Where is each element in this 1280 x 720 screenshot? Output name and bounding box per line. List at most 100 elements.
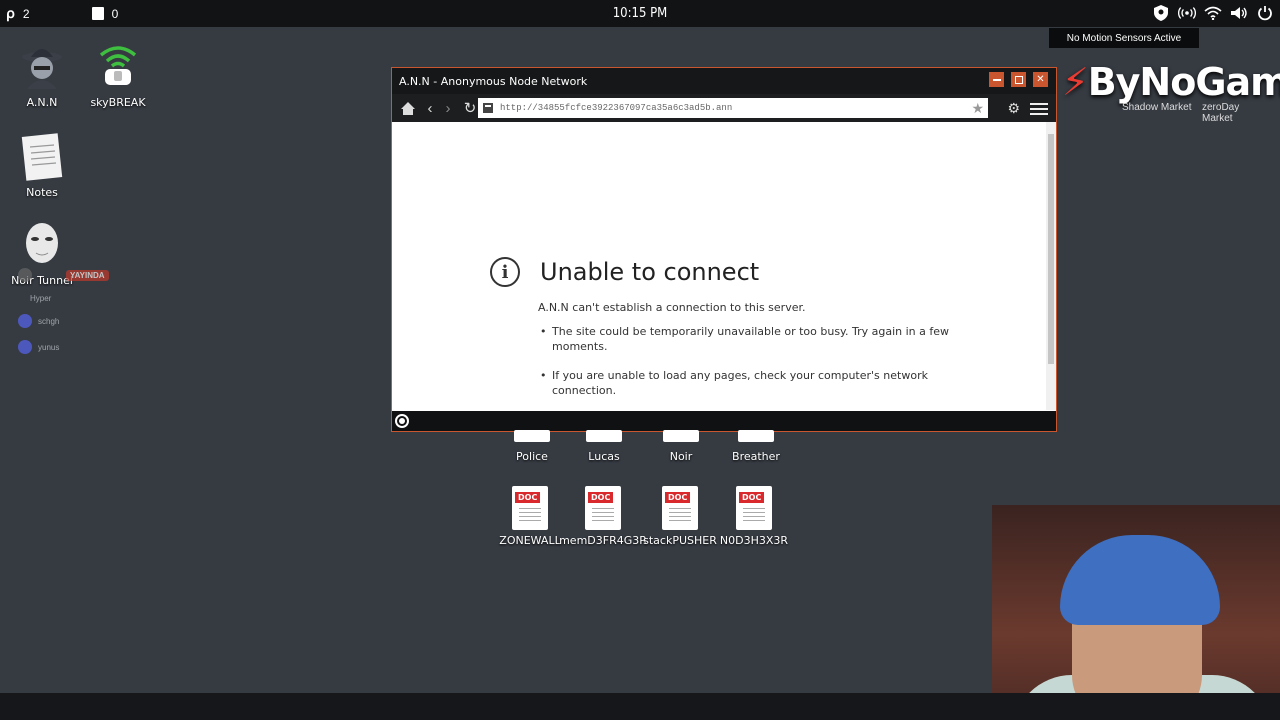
top-bar: ⍴ 2 0 10:15 PM [0, 0, 1280, 27]
bookmark-star-icon[interactable]: ★ [971, 100, 984, 117]
file-memdefrager[interactable]: DOC memD3FR4G3R [559, 486, 647, 547]
webcam-overlay [992, 505, 1280, 720]
chat-row: yunus [18, 334, 109, 360]
error-title: Unable to connect [540, 258, 760, 286]
hamburger-menu-icon[interactable] [1030, 100, 1048, 118]
desktop-icon-label: Notes [26, 186, 58, 199]
file-stackpusher[interactable]: DOC stackPUSHER [640, 486, 720, 547]
volume-icon[interactable] [1230, 4, 1248, 22]
webcam-beanie [1060, 535, 1220, 625]
scrollbar-thumb[interactable] [1048, 134, 1054, 364]
document-icon [514, 430, 550, 442]
window-indicator[interactable]: 0 [91, 6, 119, 21]
back-icon[interactable]: ‹ [424, 98, 436, 118]
document-icon [586, 430, 622, 442]
clock: 10:15 PM [612, 6, 668, 21]
chat-overlay: YAYINDA Hyper schgh yunus [18, 262, 109, 360]
shield-icon[interactable] [1152, 4, 1170, 22]
discord-icon [18, 340, 32, 354]
chat-row: Hyper [30, 288, 109, 308]
doc-tag: DOC [588, 492, 614, 503]
doc-file-icon: DOC [512, 486, 548, 530]
file-label: Breather [732, 450, 780, 463]
file-label: N0D3H3X3R [719, 534, 789, 547]
doc-file-icon: DOC [585, 486, 621, 530]
live-badge: YAYINDA [66, 269, 109, 281]
signal-icon[interactable] [1178, 4, 1196, 22]
page-icon [483, 103, 493, 113]
browser-window[interactable]: A.N.N - Anonymous Node Network ✕ ‹ › ↻ h… [391, 67, 1057, 432]
power-icon[interactable] [1256, 4, 1274, 22]
document-icon [738, 430, 774, 442]
app-logo-icon: ⍴ [6, 5, 15, 21]
zeroday-market-shortcut[interactable]: zeroDay Market [1202, 102, 1272, 124]
home-icon[interactable] [398, 98, 418, 118]
avatar [18, 268, 32, 282]
system-tray [1152, 4, 1274, 22]
chat-row: YAYINDA [18, 262, 109, 288]
file-nodehexer[interactable]: DOC N0D3H3X3R [714, 486, 794, 547]
file-label: memD3FR4G3R [559, 534, 647, 547]
window-title: A.N.N - Anonymous Node Network [399, 74, 588, 88]
file-label: ZONEWALL [499, 534, 561, 547]
desktop-icon-ann[interactable]: A.N.N [2, 40, 82, 109]
window-controls: ✕ [989, 72, 1048, 87]
file-label: Noir [669, 450, 693, 463]
chat-username: schgh [38, 316, 60, 326]
error-suggestions: The site could be temporarily unavailabl… [538, 324, 958, 410]
forward-icon[interactable]: › [442, 98, 454, 118]
suggestion-item: The site could be temporarily unavailabl… [538, 324, 958, 354]
error-description: A.N.N can't establish a connection to th… [538, 301, 806, 314]
file-police[interactable]: Police [492, 430, 572, 463]
top-bar-left: ⍴ 2 0 [0, 5, 174, 22]
reload-icon[interactable]: ↻ [460, 98, 480, 118]
ann-app-icon [16, 40, 68, 92]
file-noir[interactable]: Noir [641, 430, 721, 463]
suggestion-item: If you are unable to load any pages, che… [538, 368, 958, 398]
window-title-bar[interactable]: A.N.N - Anonymous Node Network ✕ [392, 68, 1056, 94]
status-bar [392, 411, 1056, 431]
file-label: Lucas [588, 450, 620, 463]
maximize-button[interactable] [1011, 72, 1026, 87]
workspace-indicator[interactable]: ⍴ 2 [6, 5, 30, 22]
bynogame-logo: ⚡ByNoGame Shadow Market zeroDay Market [1062, 60, 1280, 124]
document-icon [663, 430, 699, 442]
notepad-icon [16, 130, 68, 182]
doc-tag: DOC [665, 492, 691, 503]
chat-row: schgh [18, 308, 109, 334]
wifi-lock-icon [92, 40, 144, 92]
info-icon: i [490, 257, 520, 287]
desktop-icon-notes[interactable]: Notes [2, 130, 82, 199]
desktop-icon-label: A.N.N [26, 96, 58, 109]
doc-tag: DOC [515, 492, 541, 503]
file-label: Police [516, 450, 548, 463]
workspace-count: 2 [22, 6, 30, 21]
file-label: stackPUSHER [643, 534, 717, 547]
close-button[interactable]: ✕ [1033, 72, 1048, 87]
discord-icon [18, 314, 32, 328]
status-indicator-icon[interactable] [395, 414, 409, 428]
file-breather[interactable]: Breather [716, 430, 796, 463]
scrollbar[interactable] [1046, 122, 1056, 410]
chat-username: yunus [38, 342, 60, 352]
window-count: 0 [111, 6, 119, 21]
search-tools-icon[interactable]: ⚙ [1007, 100, 1020, 117]
address-bar[interactable]: http://34855fcfce3922367097ca35a6c3ad5b.… [478, 98, 988, 118]
desktop-icon-skybreak[interactable]: skyBREAK [78, 40, 158, 109]
doc-file-icon: DOC [662, 486, 698, 530]
page-content: i Unable to connect A.N.N can't establis… [392, 122, 1048, 410]
brand-name: ⚡ByNoGame [1062, 60, 1280, 104]
desktop-icon-label: skyBREAK [90, 96, 146, 109]
file-lucas[interactable]: Lucas [564, 430, 644, 463]
file-zonewall[interactable]: DOC ZONEWALL [490, 486, 570, 547]
shadow-market-shortcut[interactable]: Shadow Market [1122, 102, 1191, 113]
doc-tag: DOC [739, 492, 765, 503]
motion-sensor-status: No Motion Sensors Active [1049, 28, 1199, 48]
wifi-icon[interactable] [1204, 4, 1222, 22]
minimize-button[interactable] [989, 72, 1004, 87]
doc-file-icon: DOC [736, 486, 772, 530]
flame-icon: ⚡ [1062, 60, 1089, 104]
book-icon [91, 7, 104, 20]
chat-username: Hyper [30, 293, 52, 303]
bottom-bar [0, 693, 1280, 720]
